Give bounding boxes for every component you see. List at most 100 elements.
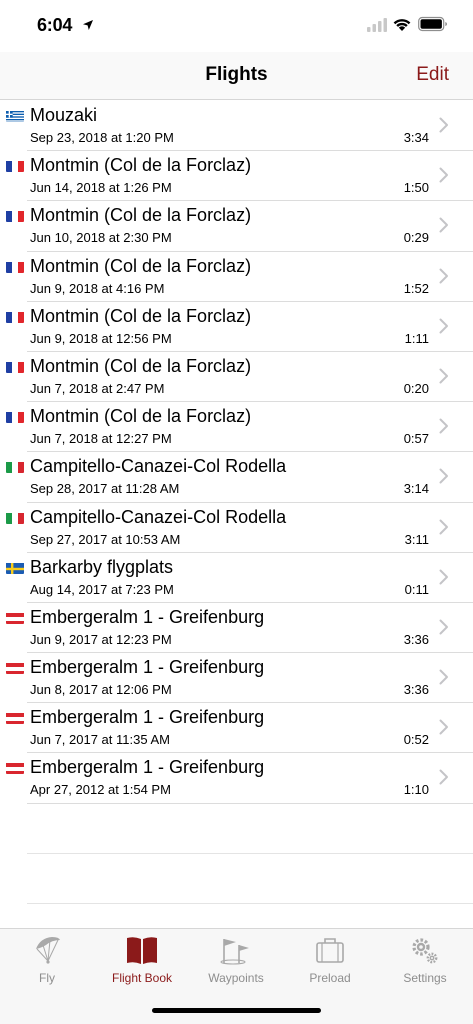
flight-site-name: Montmin (Col de la Forclaz) [30, 255, 252, 276]
wifi-icon [393, 19, 411, 31]
flight-row[interactable]: Embergeralm 1 - Greifenburg Jun 9, 2017 a… [0, 603, 473, 654]
flight-row[interactable]: Embergeralm 1 - Greifenburg Apr 27, 2012 … [0, 753, 473, 804]
home-indicator [152, 1008, 321, 1013]
flight-duration: 1:10 [403, 782, 429, 798]
france-flag-icon [6, 361, 24, 373]
suitcase-icon [316, 938, 344, 963]
flight-date: Jun 10, 2018 at 2:30 PM [30, 230, 172, 246]
country-flag [6, 662, 24, 675]
flight-row[interactable]: Embergeralm 1 - Greifenburg Jun 8, 2017 a… [0, 653, 473, 704]
flight-row[interactable]: Montmin (Col de la Forclaz) Jun 9, 2018 a… [0, 252, 473, 302]
tab-waypoints[interactable]: Waypoints [189, 935, 283, 995]
flight-date: Jun 9, 2018 at 4:16 PM [30, 280, 165, 296]
flight-site-name: Montmin (Col de la Forclaz) [30, 355, 252, 376]
flight-row[interactable]: Montmin (Col de la Forclaz) Jun 7, 2018 a… [0, 352, 473, 403]
flight-duration: 0:11 [404, 581, 429, 597]
flight-duration: 3:14 [403, 481, 429, 497]
france-flag-icon [6, 211, 24, 223]
tab-label: Fly [39, 971, 55, 985]
flight-site-name: Barkarby flygplats [30, 556, 174, 577]
flight-date: Apr 27, 2012 at 1:54 PM [30, 782, 171, 798]
status-time: 6:04 [37, 15, 73, 35]
cellular-signal-icon [367, 18, 387, 32]
flight-site-name: Embergeralm 1 - Greifenburg [30, 707, 265, 728]
flight-row[interactable]: Barkarby flygplats Aug 14, 2017 at 7:23 P… [0, 553, 473, 604]
country-flag [6, 311, 24, 323]
chevron-right-icon [439, 669, 448, 685]
flight-date: Jun 9, 2018 at 12:56 PM [30, 330, 172, 346]
austria-flag-icon [6, 713, 24, 725]
flight-site-name: Campitello-Canazei-Col Rodella [30, 506, 287, 527]
flight-duration: 3:11 [404, 531, 429, 547]
country-flag [6, 411, 24, 424]
country-flag [6, 361, 24, 373]
chevron-right-icon [439, 268, 448, 284]
chevron-right-icon [439, 719, 448, 735]
flight-site-name: Embergeralm 1 - Greifenburg [30, 757, 265, 778]
country-flag [6, 261, 24, 273]
page-title: Flights [205, 64, 268, 85]
flight-row[interactable]: Mouzaki Sep 23, 2018 at 1:20 PM 3:34 [0, 101, 473, 152]
france-flag-icon [6, 261, 24, 273]
flight-date: Jun 14, 2018 at 1:26 PM [30, 180, 172, 196]
chevron-right-icon [439, 117, 448, 133]
chevron-right-icon [439, 769, 448, 785]
flight-site-name: Embergeralm 1 - Greifenburg [30, 657, 265, 678]
chevron-right-icon [439, 468, 448, 484]
country-flag [6, 160, 24, 173]
sweden-flag-icon [6, 562, 24, 574]
chevron-right-icon [439, 619, 448, 635]
empty-row-separator [27, 853, 473, 854]
flight-date: Jun 7, 2017 at 11:35 AM [30, 732, 170, 748]
status-bar: 6:04 [0, 0, 473, 52]
gears-icon [412, 938, 438, 964]
tab-flight-book[interactable]: Flight Book [95, 935, 189, 995]
greece-flag-icon [6, 111, 24, 122]
flight-list: Mouzaki Sep 23, 2018 at 1:20 PM 3:34 Montmi… [0, 101, 473, 804]
tab-label: Waypoints [208, 971, 264, 985]
flight-duration: 0:52 [403, 732, 429, 748]
chevron-right-icon [439, 167, 448, 183]
italy-flag-icon [6, 512, 24, 524]
flight-row[interactable]: Montmin (Col de la Forclaz) Jun 14, 2018 … [0, 151, 473, 202]
flight-date: Sep 23, 2018 at 1:20 PM [30, 130, 174, 145]
flight-duration: 1:52 [403, 280, 429, 296]
country-flag [6, 512, 24, 524]
book-icon [127, 937, 157, 964]
country-flag [6, 762, 24, 775]
flight-site-name: Mouzaki [30, 105, 98, 125]
flight-date: Sep 28, 2017 at 11:28 AM [30, 481, 180, 497]
flight-date: Jun 7, 2018 at 12:27 PM [30, 431, 172, 447]
tab-preload[interactable]: Preload [283, 935, 377, 995]
tab-label: Preload [309, 971, 351, 985]
country-flag [6, 562, 24, 574]
flight-row[interactable]: Campitello-Canazei-Col Rodella Sep 28, 20… [0, 452, 473, 503]
empty-row-separator [27, 903, 473, 904]
chevron-right-icon [439, 318, 448, 334]
edit-button[interactable]: Edit [416, 64, 449, 86]
flight-date: Sep 27, 2017 at 10:53 AM [30, 531, 181, 547]
flight-row[interactable]: Campitello-Canazei-Col Rodella Sep 27, 20… [0, 503, 473, 553]
flight-site-name: Campitello-Canazei-Col Rodella [30, 456, 287, 477]
austria-flag-icon [6, 612, 24, 624]
france-flag-icon [6, 161, 24, 173]
country-flag [6, 210, 24, 223]
austria-flag-icon [6, 663, 24, 675]
chevron-right-icon [439, 519, 448, 534]
navigation-bar: Flights Edit [0, 52, 473, 100]
flight-date: Jun 7, 2018 at 2:47 PM [30, 380, 165, 396]
tab-label: Settings [403, 971, 447, 985]
flight-row[interactable]: Montmin (Col de la Forclaz) Jun 7, 2018 a… [0, 402, 473, 453]
flight-site-name: Embergeralm 1 - Greifenburg [30, 606, 265, 627]
tab-settings[interactable]: Settings [378, 935, 472, 995]
flight-site-name: Montmin (Col de la Forclaz) [30, 406, 252, 427]
flight-row[interactable]: Embergeralm 1 - Greifenburg Jun 7, 2017 a… [0, 703, 473, 754]
flight-duration: 3:36 [403, 682, 429, 698]
flight-row[interactable]: Montmin (Col de la Forclaz) Jun 9, 2018 a… [0, 302, 473, 353]
tab-fly[interactable]: Fly [0, 935, 94, 995]
flight-date: Aug 14, 2017 at 7:23 PM [30, 581, 174, 597]
france-flag-icon [6, 311, 24, 323]
tab-label: Flight Book [111, 971, 173, 985]
flight-row[interactable]: Montmin (Col de la Forclaz) Jun 10, 2018 … [0, 201, 473, 252]
waypoint-flags-icon [220, 939, 249, 965]
